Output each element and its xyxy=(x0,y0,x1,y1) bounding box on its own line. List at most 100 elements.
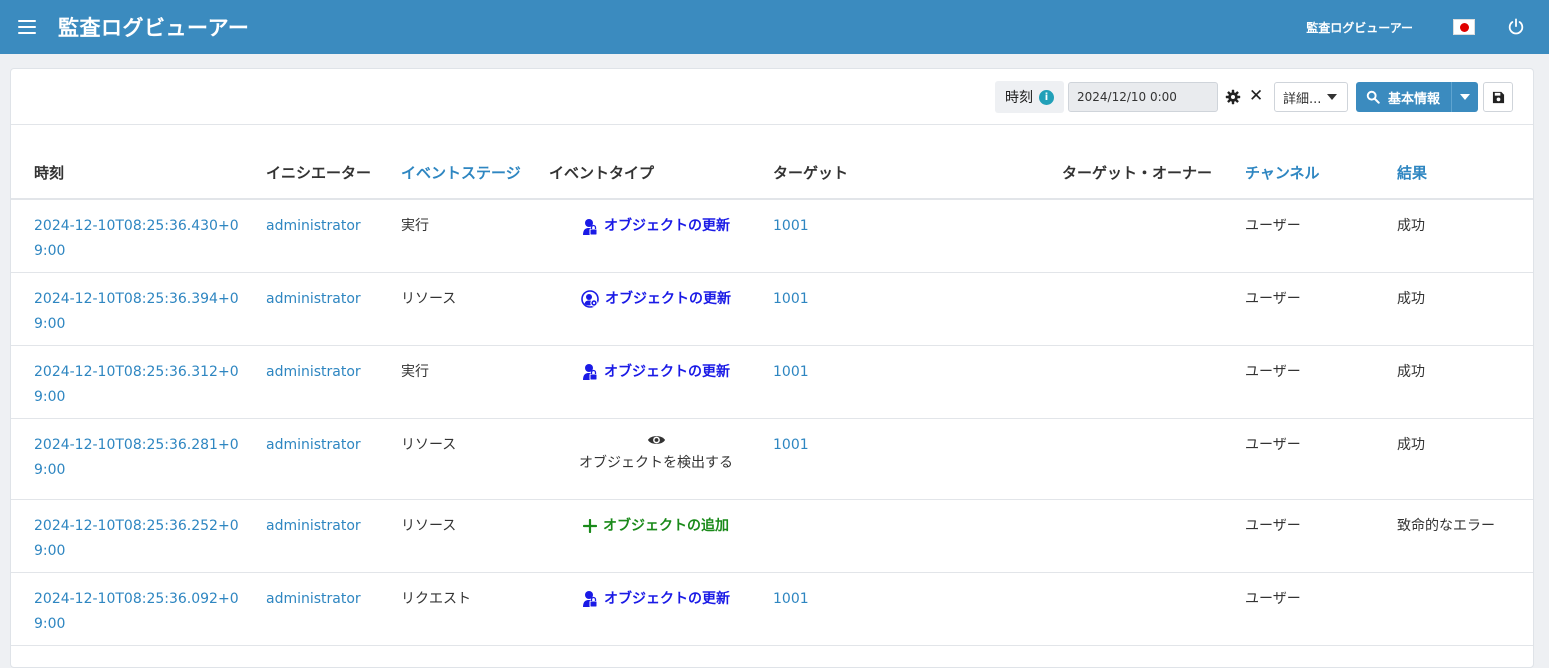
owner-cell xyxy=(1062,199,1245,273)
column-header-target: ターゲット xyxy=(773,126,1062,200)
user-name[interactable]: 監査ログビューアー xyxy=(1306,19,1413,36)
top-right-area: 監査ログビューアー xyxy=(1306,0,1549,54)
event-type-link[interactable]: オブジェクトの更新 xyxy=(549,360,773,385)
column-header-result[interactable]: 結果 xyxy=(1397,126,1533,200)
owner-cell xyxy=(1062,272,1245,346)
event-type-link[interactable]: オブジェクトを検出する xyxy=(549,433,773,476)
user-gear-icon xyxy=(581,290,599,308)
channel-cell: ユーザー xyxy=(1245,572,1397,646)
channel-cell: ユーザー xyxy=(1245,199,1397,273)
event-type-link[interactable]: オブジェクトの更新 xyxy=(549,214,773,239)
event-type-label: オブジェクトの更新 xyxy=(604,363,730,380)
initiator-cell[interactable]: administrator xyxy=(266,199,401,273)
target-cell[interactable]: 1001 xyxy=(773,418,1062,500)
audit-log-table: 時刻 イニシエーター イベントステージ イベントタイプ ターゲット ターゲット・… xyxy=(11,126,1533,646)
basic-search-dropdown-toggle[interactable] xyxy=(1452,94,1478,100)
column-header-target-owner: ターゲット・オーナー xyxy=(1062,126,1245,200)
top-bar: 監査ログビューアー 監査ログビューアー xyxy=(0,0,1549,54)
result-cell: 成功 xyxy=(1397,199,1533,273)
column-header-event-type: イベントタイプ xyxy=(549,126,773,200)
channel-cell: ユーザー xyxy=(1245,499,1397,573)
time-cell[interactable]: 2024-12-10T08:25:36.394+09:00 xyxy=(11,272,266,346)
initiator-cell[interactable]: administrator xyxy=(266,499,401,573)
user-lock-icon xyxy=(583,218,598,235)
table-row: 2024-12-10T08:25:36.394+09:00 administra… xyxy=(11,272,1533,346)
target-cell[interactable]: 1001 xyxy=(773,272,1062,346)
table-row: 2024-12-10T08:25:36.430+09:00 administra… xyxy=(11,199,1533,273)
event-type-link[interactable]: オブジェクトの追加 xyxy=(549,514,773,539)
caret-down-icon xyxy=(1327,94,1338,100)
column-header-initiator: イニシエーター xyxy=(266,126,401,200)
gear-icon[interactable] xyxy=(1225,89,1241,105)
power-icon[interactable] xyxy=(1507,18,1525,36)
column-header-time: 時刻 xyxy=(11,126,266,200)
event-type-label: オブジェクトの更新 xyxy=(605,290,731,307)
time-cell[interactable]: 2024-12-10T08:25:36.430+09:00 xyxy=(11,199,266,273)
event-type-cell: オブジェクトの更新 xyxy=(549,199,773,273)
clear-icon[interactable]: ✕ xyxy=(1249,87,1263,105)
table-row: 2024-12-10T08:25:36.312+09:00 administra… xyxy=(11,345,1533,419)
stage-cell: リソース xyxy=(401,272,549,346)
owner-cell xyxy=(1062,499,1245,573)
detail-dropdown-label: 詳細... xyxy=(1283,91,1322,107)
event-type-link[interactable]: オブジェクトの更新 xyxy=(549,587,773,612)
user-lock-icon xyxy=(583,591,598,608)
target-cell[interactable]: 1001 xyxy=(773,345,1062,419)
save-button[interactable] xyxy=(1483,82,1513,112)
target-cell[interactable]: 1001 xyxy=(773,199,1062,273)
stage-cell: リソース xyxy=(401,499,549,573)
search-toolbar: 時刻 i ✕ 詳細... xyxy=(11,69,1533,125)
time-cell[interactable]: 2024-12-10T08:25:36.312+09:00 xyxy=(11,345,266,419)
column-header-event-stage[interactable]: イベントステージ xyxy=(401,126,549,200)
stage-cell: 実行 xyxy=(401,345,549,419)
result-cell: 成功 xyxy=(1397,272,1533,346)
target-cell[interactable] xyxy=(773,499,1062,573)
event-type-cell: オブジェクトの更新 xyxy=(549,345,773,419)
table-row: 2024-12-10T08:25:36.092+09:00 administra… xyxy=(11,572,1533,646)
stage-cell: 実行 xyxy=(401,199,549,273)
stage-cell: リソース xyxy=(401,418,549,500)
event-type-link[interactable]: オブジェクトの更新 xyxy=(549,287,773,312)
time-cell[interactable]: 2024-12-10T08:25:36.252+09:00 xyxy=(11,499,266,573)
time-cell[interactable]: 2024-12-10T08:25:36.281+09:00 xyxy=(11,418,266,500)
menu-icon[interactable] xyxy=(18,20,36,34)
owner-cell xyxy=(1062,572,1245,646)
time-filter-text: 時刻 xyxy=(1005,90,1033,106)
event-type-cell: オブジェクトの追加 xyxy=(549,499,773,573)
event-type-label: オブジェクトの更新 xyxy=(604,218,730,234)
event-type-label: オブジェクトを検出する xyxy=(579,454,733,471)
user-lock-icon xyxy=(583,364,598,381)
channel-cell: ユーザー xyxy=(1245,272,1397,346)
detail-dropdown[interactable]: 詳細... xyxy=(1274,82,1348,112)
result-cell: 致命的なエラー xyxy=(1397,499,1533,573)
initiator-cell[interactable]: administrator xyxy=(266,572,401,646)
time-cell[interactable]: 2024-12-10T08:25:36.092+09:00 xyxy=(11,572,266,646)
owner-cell xyxy=(1062,418,1245,500)
basic-search-button[interactable]: 基本情報 xyxy=(1356,82,1478,112)
owner-cell xyxy=(1062,345,1245,419)
event-type-cell: オブジェクトの更新 xyxy=(549,572,773,646)
caret-down-icon xyxy=(1460,94,1470,100)
channel-cell: ユーザー xyxy=(1245,345,1397,419)
basic-search-label: 基本情報 xyxy=(1388,91,1441,107)
date-input[interactable] xyxy=(1068,82,1218,112)
info-icon[interactable]: i xyxy=(1039,89,1054,105)
target-cell[interactable]: 1001 xyxy=(773,572,1062,646)
initiator-cell[interactable]: administrator xyxy=(266,345,401,419)
event-type-label: オブジェクトの更新 xyxy=(604,590,730,607)
plus-icon xyxy=(583,519,597,533)
app-title: 監査ログビューアー xyxy=(58,16,250,40)
save-icon xyxy=(1492,91,1504,103)
initiator-cell[interactable]: administrator xyxy=(266,418,401,500)
column-header-channel[interactable]: チャンネル xyxy=(1245,126,1397,200)
channel-cell: ユーザー xyxy=(1245,418,1397,500)
eye-icon xyxy=(647,435,665,444)
japan-flag-icon[interactable] xyxy=(1453,19,1475,35)
search-icon xyxy=(1366,90,1380,104)
result-cell: 成功 xyxy=(1397,418,1533,500)
table-header-row: 時刻 イニシエーター イベントステージ イベントタイプ ターゲット ターゲット・… xyxy=(11,126,1533,200)
audit-log-panel: 時刻 i ✕ 詳細... xyxy=(10,68,1534,668)
stage-cell: リクエスト xyxy=(401,572,549,646)
initiator-cell[interactable]: administrator xyxy=(266,272,401,346)
time-filter-label: 時刻 i xyxy=(995,81,1064,113)
